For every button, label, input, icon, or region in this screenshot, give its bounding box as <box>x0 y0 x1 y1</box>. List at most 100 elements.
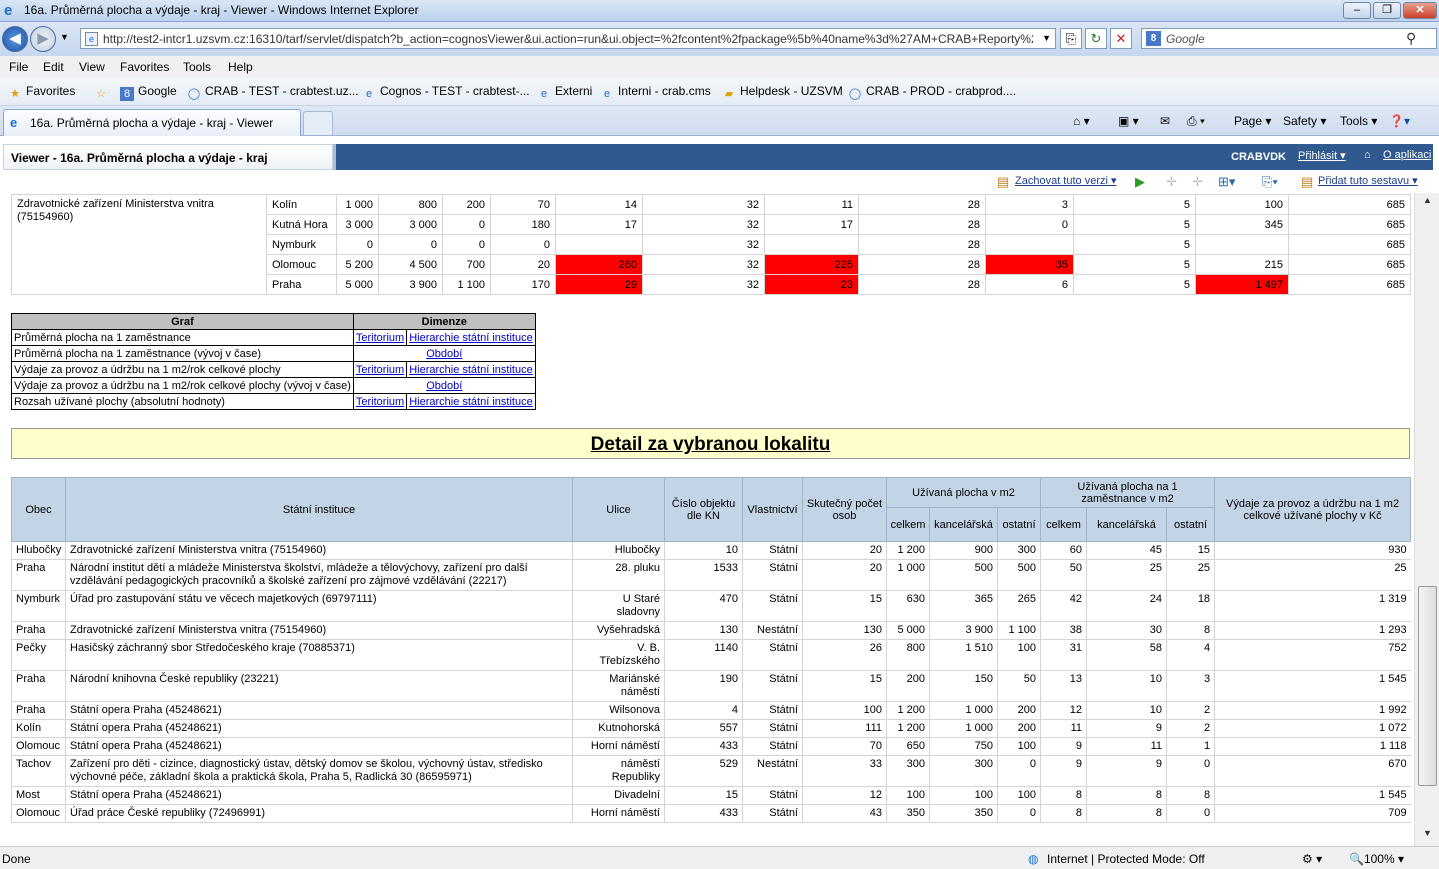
cell-obec: Olomouc <box>11 804 66 823</box>
tab-viewer[interactable]: e 16a. Průměrná plocha a výdaje - kraj -… <box>3 109 301 136</box>
summary-institution: Zdravotnické zařízení Ministerstva vnitr… <box>11 194 267 295</box>
fav-item-cognos-test[interactable]: e Cognos - TEST - crabtest-... <box>362 84 530 101</box>
cell-vyd: 1 992 <box>1214 701 1411 720</box>
close-button[interactable]: ✕ <box>1403 2 1437 19</box>
cell-vl: Nestátní <box>742 621 803 640</box>
fav-item-google[interactable]: 8 Google <box>120 84 177 101</box>
cell-p1: 1 200 <box>886 541 930 560</box>
link-hierarchie[interactable]: Hierarchie státní instituce <box>409 332 533 344</box>
view-format-icon[interactable]: ⎘▾ <box>1262 174 1278 190</box>
graf-dim-cell: Hierarchie státní instituce <box>406 361 536 378</box>
run-icon[interactable]: ▶ <box>1135 174 1145 190</box>
tools-menu[interactable]: Tools ▾ <box>1340 114 1377 128</box>
cell-z3: 0 <box>1166 755 1215 787</box>
about-link[interactable]: O aplikaci <box>1383 149 1431 161</box>
cell-osob: 130 <box>802 621 887 640</box>
menu-view[interactable]: View <box>79 60 105 74</box>
back-arrow-icon[interactable]: ◀ <box>2 26 28 52</box>
col-vlastnictvi: Vlastnictví <box>742 477 803 542</box>
print-icon[interactable]: ⎙ ▾ <box>1187 114 1205 129</box>
fav-item-helpdesk[interactable]: ▰ Helpdesk - UZSVM <box>722 84 843 101</box>
cell-z1: 9 <box>1040 737 1087 756</box>
keep-version-icon[interactable]: ▤ <box>997 174 1009 190</box>
vertical-scrollbar[interactable]: ▲ ▼ <box>1414 193 1439 846</box>
minimize-button[interactable]: – <box>1343 2 1371 19</box>
fav-label: CRAB - TEST - crabtest.uz... <box>205 84 359 98</box>
cell-z1: 38 <box>1040 621 1087 640</box>
zoom-control[interactable]: 🔍100% ▾ <box>1349 852 1404 866</box>
link-teritorium[interactable]: Teritorium <box>356 332 404 344</box>
cell-z2: 24 <box>1086 590 1167 622</box>
address-input[interactable]: e http://test2-intcr1.uzsvm.cz:16310/tar… <box>80 28 1056 49</box>
link-hierarchie[interactable]: Hierarchie státní instituce <box>409 364 533 376</box>
add-report-button[interactable]: Přidat tuto sestavu ▾ <box>1318 174 1418 187</box>
home-icon[interactable]: ⌂ <box>1364 149 1371 161</box>
summary-cell: 32 <box>642 194 765 215</box>
cell-ulice: Kutnohorská <box>572 719 665 738</box>
cell-obec: Nymburk <box>11 590 66 622</box>
related-links-icon[interactable]: ⊞▾ <box>1218 174 1235 190</box>
compatibility-icon[interactable]: ⎘ <box>1060 28 1082 49</box>
login-link[interactable]: Přihlásit ▾ <box>1298 149 1346 162</box>
fav-item-crab-test[interactable]: ◯ CRAB - TEST - crabtest.uz... <box>187 84 359 101</box>
tools-menu-label: Tools <box>1340 114 1369 128</box>
drill-up-icon[interactable]: ✛ <box>1192 174 1203 190</box>
graf-dim-cell: Teritorium <box>352 393 408 410</box>
fav-item-externi[interactable]: e Externi <box>537 84 592 101</box>
stop-icon[interactable]: ✕ <box>1110 28 1132 49</box>
cell-z2: 8 <box>1086 786 1167 805</box>
page-menu[interactable]: Page ▾ <box>1234 114 1271 128</box>
zoom-level: 100% <box>1363 852 1395 866</box>
table-row: Olomouc Státní opera Praha (45248621) Horn… <box>11 737 1411 756</box>
link-teritorium[interactable]: Teritorium <box>356 364 404 376</box>
history-dropdown-icon[interactable]: ▼ <box>60 32 69 42</box>
address-dropdown-icon[interactable]: ▼ <box>1042 33 1051 43</box>
link-hierarchie[interactable]: Hierarchie státní instituce <box>409 396 533 408</box>
safety-menu[interactable]: Safety ▾ <box>1283 114 1326 128</box>
menu-edit[interactable]: Edit <box>43 60 64 74</box>
feeds-icon[interactable]: ▣ ▾ <box>1118 114 1139 128</box>
cell-cislo: 10 <box>664 541 743 560</box>
menu-favorites[interactable]: Favorites <box>120 60 169 74</box>
cell-p1: 800 <box>886 639 930 671</box>
cell-obec: Tachov <box>11 755 66 787</box>
home-icon[interactable]: ⌂ ▾ <box>1073 114 1090 128</box>
favorites-button[interactable]: ★ Favorites <box>8 84 75 101</box>
ie-page-icon: e <box>603 88 611 100</box>
summary-cell <box>985 234 1074 255</box>
user-name: CRABVDK <box>1231 151 1286 163</box>
fav-item-interni[interactable]: e Interni - crab.cms <box>600 84 711 101</box>
menu-file[interactable]: File <box>9 60 28 74</box>
forward-arrow-icon[interactable]: ▶ <box>30 26 56 52</box>
fav-item-crab-prod[interactable]: ◯ CRAB - PROD - crabprod.... <box>848 84 1016 101</box>
cell-z2: 11 <box>1086 737 1167 756</box>
drill-down-icon[interactable]: ✛ <box>1166 174 1177 190</box>
cell-p2: 150 <box>929 670 998 702</box>
new-tab-button[interactable] <box>303 111 333 135</box>
link-teritorium[interactable]: Teritorium <box>356 396 404 408</box>
add-report-icon[interactable]: ▤ <box>1301 174 1313 190</box>
table-row: Praha Zdravotnické zařízení Ministerstva … <box>11 621 1411 640</box>
keep-version-button[interactable]: Zachovat tuto verzi ▾ <box>1015 174 1117 187</box>
mail-icon[interactable]: ✉ <box>1160 114 1170 128</box>
refresh-icon[interactable]: ↻ <box>1085 28 1107 49</box>
summary-cell: 100 <box>1195 194 1289 215</box>
link-obdobi[interactable]: Období <box>426 348 462 360</box>
help-icon[interactable]: ❓▾ <box>1389 114 1410 128</box>
search-icon[interactable]: ⚲ <box>1406 30 1416 47</box>
cell-z3: 3 <box>1166 670 1215 702</box>
protected-mode-icon[interactable]: ⚙ ▾ <box>1302 852 1322 866</box>
graf-name: Průměrná plocha na 1 zaměstnance <box>11 329 354 346</box>
maximize-button[interactable]: ❐ <box>1373 2 1401 19</box>
search-input[interactable]: 8 Google ⚲ <box>1141 28 1437 49</box>
add-favorite-icon[interactable]: ☆ <box>94 84 112 101</box>
menu-help[interactable]: Help <box>228 60 253 74</box>
link-obdobi[interactable]: Období <box>426 380 462 392</box>
cell-p1: 200 <box>886 670 930 702</box>
menu-tools[interactable]: Tools <box>183 60 211 74</box>
favorites-label: Favorites <box>26 84 76 98</box>
scroll-thumb[interactable] <box>1418 586 1437 786</box>
scroll-down-arrow-icon[interactable]: ▼ <box>1418 828 1437 844</box>
scroll-up-arrow-icon[interactable]: ▲ <box>1418 195 1437 211</box>
cell-z1: 13 <box>1040 670 1087 702</box>
